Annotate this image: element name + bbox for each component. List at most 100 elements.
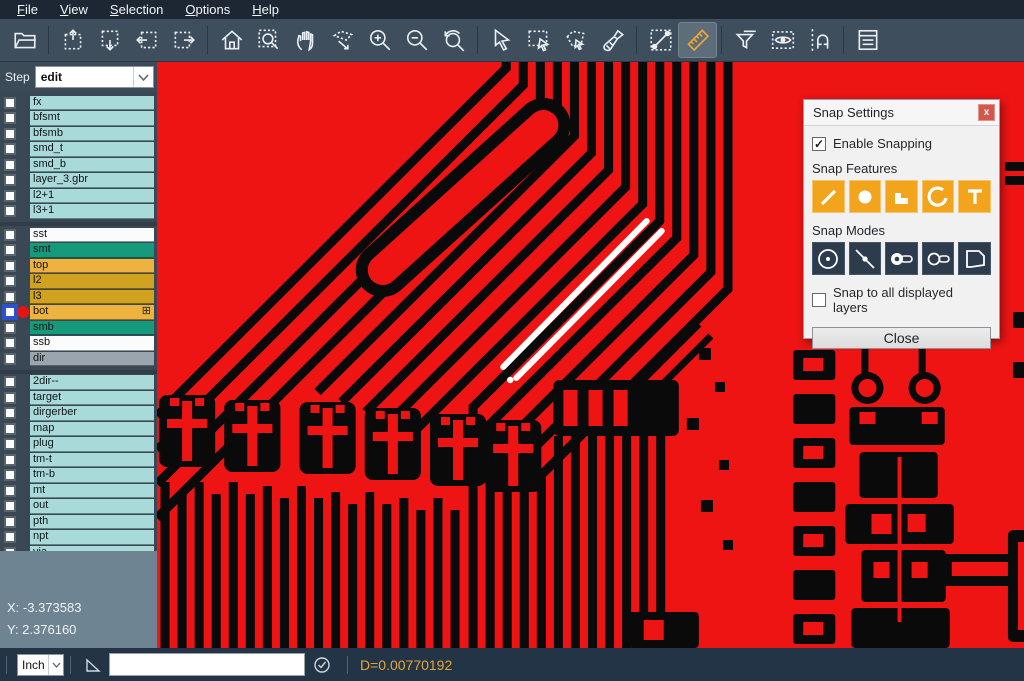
layer-row-bfsmt[interactable]: bfsmt: [0, 111, 157, 127]
layer-row-fx[interactable]: fx: [0, 95, 157, 111]
layer-name-chip[interactable]: fx: [30, 96, 154, 111]
snap-feature-line-button[interactable]: [812, 180, 845, 213]
snap-feature-surface-button[interactable]: [885, 180, 918, 213]
layer-row-plug[interactable]: plug: [0, 437, 157, 453]
snap-mode-pad-filled-button[interactable]: [885, 242, 918, 275]
layer-row-2dir--[interactable]: 2dir--: [0, 375, 157, 391]
layer-row-tm-b[interactable]: tm-b: [0, 468, 157, 484]
layer-name-chip[interactable]: layer_3.gbr: [30, 173, 154, 188]
layer-visibility-checkbox[interactable]: [4, 291, 16, 303]
select-cursor-button[interactable]: [483, 23, 520, 57]
layer-row-l2+1[interactable]: l2+1: [0, 188, 157, 204]
layer-visibility-checkbox[interactable]: [4, 392, 16, 404]
layer-name-chip[interactable]: npt: [30, 530, 154, 545]
snap-feature-pad-button[interactable]: [849, 180, 882, 213]
snap-mode-midpoint-button[interactable]: [849, 242, 882, 275]
layer-row-bot[interactable]: bot⊞: [0, 305, 157, 321]
snap-mode-pad-outline-button[interactable]: [922, 242, 955, 275]
angle-mode-icon[interactable]: [83, 655, 103, 675]
layer-visibility-checkbox[interactable]: [4, 376, 16, 388]
layer-visibility-checkbox[interactable]: [4, 423, 16, 435]
layer-name-chip[interactable]: 2dir--: [30, 375, 154, 390]
zoom-previous-button[interactable]: [435, 23, 472, 57]
layer-visibility-checkbox[interactable]: [4, 128, 16, 140]
measure-line-button[interactable]: [642, 23, 679, 57]
layer-visibility-checkbox[interactable]: [4, 407, 16, 419]
layer-name-chip[interactable]: l3+1: [30, 204, 154, 219]
layer-visibility-checkbox[interactable]: [4, 260, 16, 272]
layer-visibility-checkbox[interactable]: [4, 438, 16, 450]
layer-visibility-checkbox[interactable]: [4, 190, 16, 202]
dialog-titlebar[interactable]: Snap Settings x: [804, 100, 999, 126]
open-file-button[interactable]: [6, 23, 43, 57]
report-list-button[interactable]: [849, 23, 886, 57]
grid-icon[interactable]: ⊞: [142, 306, 151, 317]
layer-name-chip[interactable]: smt: [30, 243, 154, 258]
layer-name-chip[interactable]: bfsmt: [30, 111, 154, 126]
menu-file[interactable]: File: [8, 1, 47, 18]
pad-right-button[interactable]: [165, 23, 202, 57]
layer-row-sst[interactable]: sst: [0, 227, 157, 243]
snap-all-layers-checkbox[interactable]: [812, 293, 826, 307]
layer-row-mt[interactable]: mt: [0, 483, 157, 499]
zoom-dynamic-button[interactable]: [324, 23, 361, 57]
layer-name-chip[interactable]: smd_t: [30, 142, 154, 157]
step-select[interactable]: edit: [35, 66, 154, 88]
zoom-out-button[interactable]: [398, 23, 435, 57]
layer-visibility-checkbox[interactable]: [4, 229, 16, 241]
layer-visibility-checkbox[interactable]: [4, 485, 16, 497]
layer-visibility-checkbox[interactable]: [4, 97, 16, 109]
layer-visibility-checkbox[interactable]: [4, 205, 16, 217]
layer-name-chip[interactable]: top: [30, 259, 154, 274]
layer-row-smd_b[interactable]: smd_b: [0, 157, 157, 173]
layer-visibility-checkbox[interactable]: [4, 454, 16, 466]
apply-check-icon[interactable]: [313, 656, 331, 674]
layer-row-l2[interactable]: l2: [0, 274, 157, 290]
layer-name-chip[interactable]: ssb: [30, 336, 154, 351]
coordinate-input[interactable]: [109, 653, 305, 676]
layer-visibility-checkbox[interactable]: [4, 337, 16, 349]
layer-visibility-checkbox[interactable]: [4, 275, 16, 287]
home-view-button[interactable]: [213, 23, 250, 57]
layer-name-chip[interactable]: map: [30, 422, 154, 437]
layer-row-l3[interactable]: l3: [0, 289, 157, 305]
layer-name-chip[interactable]: sst: [30, 228, 154, 243]
layer-visibility-checkbox[interactable]: [4, 469, 16, 481]
snap-feature-arc-button[interactable]: [922, 180, 955, 213]
layer-name-chip[interactable]: tm-t: [30, 453, 154, 468]
menu-view[interactable]: View: [51, 1, 97, 18]
layer-row-l3+1[interactable]: l3+1: [0, 204, 157, 220]
layer-visibility-checkbox[interactable]: [4, 531, 16, 543]
layer-visibility-checkbox[interactable]: [4, 174, 16, 186]
layer-row-bfsmb[interactable]: bfsmb: [0, 126, 157, 142]
snap-mode-contour-button[interactable]: [958, 242, 991, 275]
layer-visibility-checkbox[interactable]: [4, 112, 16, 124]
zoom-in-button[interactable]: [361, 23, 398, 57]
unit-select[interactable]: Inch: [17, 654, 64, 676]
layer-row-ssb[interactable]: ssb: [0, 336, 157, 352]
layer-row-pth[interactable]: pth: [0, 514, 157, 530]
layer-name-chip[interactable]: l2+1: [30, 189, 154, 204]
layer-name-chip[interactable]: tm-b: [30, 468, 154, 483]
layer-row-top[interactable]: top: [0, 258, 157, 274]
layer-name-chip[interactable]: bfsmb: [30, 127, 154, 142]
layer-name-chip[interactable]: bot⊞: [30, 305, 154, 320]
layer-row-smd_t[interactable]: smd_t: [0, 142, 157, 158]
pan-hand-button[interactable]: [287, 23, 324, 57]
layer-name-chip[interactable]: l2: [30, 274, 154, 289]
menu-options[interactable]: Options: [176, 1, 239, 18]
layer-name-chip[interactable]: mt: [30, 484, 154, 499]
layer-visibility-checkbox[interactable]: [4, 306, 16, 318]
pad-left-button[interactable]: [128, 23, 165, 57]
layer-row-npt[interactable]: npt: [0, 530, 157, 546]
snap-feature-text-button[interactable]: [958, 180, 991, 213]
layer-name-chip[interactable]: out: [30, 499, 154, 514]
snap-mode-center-button[interactable]: [812, 242, 845, 275]
layer-row-smt[interactable]: smt: [0, 243, 157, 259]
layer-name-chip[interactable]: l3: [30, 290, 154, 305]
layer-row-layer_3.gbr[interactable]: layer_3.gbr: [0, 173, 157, 189]
snap-magnet-button[interactable]: [801, 23, 838, 57]
layer-row-map[interactable]: map: [0, 421, 157, 437]
close-button[interactable]: Close: [812, 327, 991, 349]
layer-name-chip[interactable]: smb: [30, 321, 154, 336]
